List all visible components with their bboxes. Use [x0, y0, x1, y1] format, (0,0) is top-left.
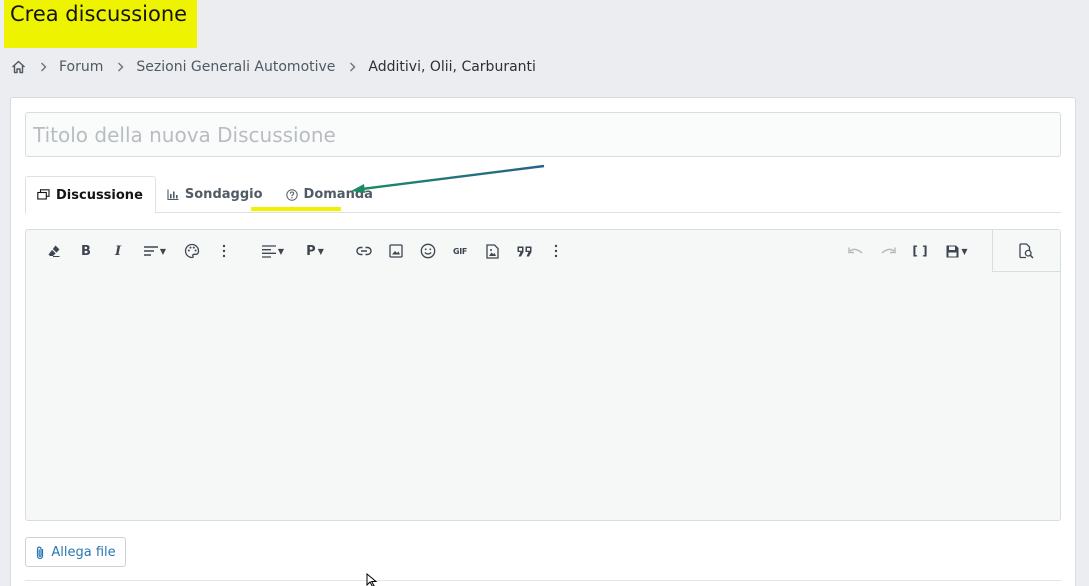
question-icon	[285, 188, 298, 201]
highlight-underline	[251, 207, 341, 211]
gif-label: GIF	[452, 246, 468, 256]
editor-toolbar: B I ▼ ▼ P ▼ GIF [] ▼	[26, 230, 1060, 272]
preview-icon[interactable]	[992, 230, 1060, 272]
breadcrumb: Forum Sezioni Generali Automotive Additi…	[11, 56, 536, 78]
undo-icon[interactable]	[840, 230, 872, 272]
palette-icon[interactable]	[176, 230, 208, 272]
bold-button[interactable]: B	[70, 230, 102, 272]
breadcrumb-current-forum[interactable]: Additivi, Olii, Carburanti	[368, 59, 536, 75]
poll-icon	[167, 189, 179, 200]
annotation-arrow-icon	[351, 164, 545, 193]
gif-button[interactable]: GIF	[444, 230, 476, 272]
attach-files-button[interactable]: Allega file	[25, 537, 126, 567]
more-insert-icon[interactable]	[540, 230, 572, 272]
more-options-icon[interactable]	[208, 230, 240, 272]
paragraph-format-button[interactable]: P ▼	[294, 230, 336, 272]
eraser-icon[interactable]	[38, 230, 70, 272]
italic-button[interactable]: I	[102, 230, 134, 272]
mouse-pointer-icon	[366, 573, 378, 586]
divider	[25, 580, 1061, 581]
thread-title-input[interactable]	[25, 112, 1061, 157]
home-icon[interactable]	[11, 60, 26, 74]
chevron-right-icon	[117, 62, 124, 72]
chevron-right-icon	[40, 62, 47, 72]
paragraph-label: P	[306, 243, 316, 259]
attach-label: Allega file	[51, 544, 116, 560]
smiley-icon[interactable]	[412, 230, 444, 272]
breadcrumb-forum-link[interactable]: Forum	[59, 59, 103, 75]
bbcode-toggle-button[interactable]: [ ]	[904, 230, 936, 272]
tab-label: Sondaggio	[184, 187, 263, 202]
discussion-icon	[37, 189, 50, 201]
tab-label: Discussione	[56, 187, 143, 203]
page-title: Crea discussione	[4, 0, 197, 48]
bbcode-label: [ ]	[912, 244, 928, 258]
tab-discussione[interactable]: Discussione	[25, 176, 156, 214]
redo-icon[interactable]	[872, 230, 904, 272]
chevron-right-icon	[349, 62, 356, 72]
breadcrumb-section-link[interactable]: Sezioni Generali Automotive	[136, 59, 335, 75]
text-size-icon[interactable]: ▼	[134, 230, 176, 272]
media-icon[interactable]	[476, 230, 508, 272]
align-icon[interactable]: ▼	[252, 230, 294, 272]
italic-label: I	[114, 243, 122, 259]
save-draft-icon[interactable]: ▼	[936, 230, 978, 272]
rich-text-editor: B I ▼ ▼ P ▼ GIF [] ▼	[25, 229, 1061, 521]
message-body-area[interactable]	[26, 273, 1060, 520]
paperclip-icon	[35, 545, 45, 560]
image-icon[interactable]	[380, 230, 412, 272]
new-thread-form: Discussione Sondaggio Domanda	[10, 97, 1076, 586]
quote-icon[interactable]	[508, 230, 540, 272]
link-icon[interactable]	[348, 230, 380, 272]
